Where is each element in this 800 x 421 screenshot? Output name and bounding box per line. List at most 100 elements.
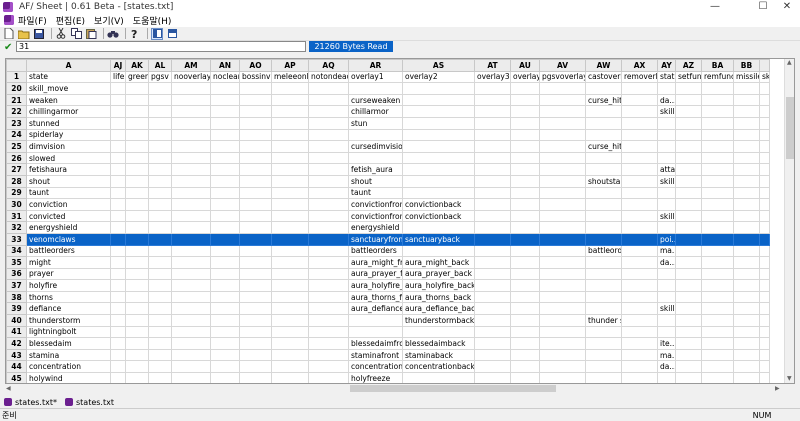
table-cell[interactable] bbox=[733, 209, 760, 223]
table-cell[interactable] bbox=[621, 325, 658, 339]
row-header[interactable]: 1 bbox=[6, 70, 27, 84]
table-cell[interactable] bbox=[474, 174, 511, 188]
table-cell[interactable] bbox=[210, 82, 240, 95]
table-cell[interactable] bbox=[539, 186, 586, 200]
table-cell[interactable] bbox=[210, 174, 240, 188]
scroll-right-icon[interactable]: ▶ bbox=[775, 385, 780, 392]
table-cell[interactable]: removerlay bbox=[621, 70, 658, 84]
table-cell[interactable]: slowed bbox=[26, 151, 111, 165]
table-cell[interactable] bbox=[510, 267, 540, 281]
table-cell[interactable] bbox=[701, 93, 734, 107]
table-cell[interactable] bbox=[759, 82, 770, 95]
table-cell[interactable]: chillarmor bbox=[348, 105, 403, 118]
table-cell[interactable] bbox=[539, 256, 586, 269]
table-cell[interactable] bbox=[110, 209, 126, 223]
table-cell[interactable] bbox=[585, 209, 622, 223]
table-cell[interactable] bbox=[510, 93, 540, 107]
table-cell[interactable] bbox=[271, 93, 309, 107]
table-cell[interactable] bbox=[402, 82, 475, 95]
table-cell[interactable] bbox=[110, 93, 126, 107]
table-cell[interactable]: remfunc bbox=[701, 70, 734, 84]
table-cell[interactable] bbox=[510, 128, 540, 142]
table-cell[interactable] bbox=[585, 128, 622, 142]
table-cell[interactable] bbox=[148, 151, 172, 165]
table-cell[interactable] bbox=[701, 267, 734, 281]
table-cell[interactable] bbox=[125, 232, 149, 246]
table-cell[interactable] bbox=[621, 256, 658, 269]
table-cell[interactable] bbox=[110, 372, 126, 383]
table-cell[interactable] bbox=[125, 337, 149, 350]
table-cell[interactable] bbox=[733, 244, 760, 258]
table-cell[interactable] bbox=[675, 209, 702, 223]
table-cell[interactable] bbox=[125, 267, 149, 281]
table-cell[interactable] bbox=[171, 279, 211, 292]
table-cell[interactable]: stamina bbox=[26, 348, 111, 362]
table-cell[interactable] bbox=[474, 360, 511, 374]
table-cell[interactable] bbox=[125, 93, 149, 107]
table-cell[interactable]: concentrationback bbox=[402, 360, 475, 374]
table-cell[interactable] bbox=[271, 314, 309, 327]
table-cell[interactable] bbox=[308, 198, 349, 211]
table-cell[interactable] bbox=[110, 244, 126, 258]
table-cell[interactable] bbox=[110, 151, 126, 165]
table-cell[interactable] bbox=[539, 116, 586, 130]
table-cell[interactable] bbox=[701, 128, 734, 142]
table-cell[interactable] bbox=[148, 174, 172, 188]
table-cell[interactable] bbox=[148, 186, 172, 200]
table-cell[interactable] bbox=[210, 267, 240, 281]
table-cell[interactable]: overlay1 bbox=[348, 70, 403, 84]
table-cell[interactable] bbox=[271, 186, 309, 200]
table-cell[interactable]: concentrationfr... bbox=[348, 360, 403, 374]
table-cell[interactable] bbox=[110, 256, 126, 269]
table-cell[interactable] bbox=[701, 348, 734, 362]
table-cell[interactable] bbox=[271, 256, 309, 269]
table-cell[interactable] bbox=[271, 290, 309, 304]
table-cell[interactable] bbox=[210, 256, 240, 269]
table-row[interactable]: 34battleordersbattleordersbattleorde...m… bbox=[6, 244, 770, 258]
table-cell[interactable] bbox=[110, 186, 126, 200]
table-cell[interactable] bbox=[110, 163, 126, 176]
table-cell[interactable] bbox=[110, 174, 126, 188]
table-cell[interactable] bbox=[271, 128, 309, 142]
table-cell[interactable] bbox=[585, 360, 622, 374]
table-cell[interactable] bbox=[675, 105, 702, 118]
table-cell[interactable] bbox=[308, 325, 349, 339]
table-cell[interactable] bbox=[733, 337, 760, 350]
table-cell[interactable]: energyshield bbox=[348, 221, 403, 234]
table-cell[interactable] bbox=[210, 151, 240, 165]
table-cell[interactable] bbox=[148, 105, 172, 118]
table-cell[interactable]: thunderstorm bbox=[26, 314, 111, 327]
table-cell[interactable]: setfunc bbox=[675, 70, 702, 84]
table-cell[interactable] bbox=[348, 128, 403, 142]
table-cell[interactable] bbox=[701, 186, 734, 200]
table-cell[interactable] bbox=[759, 279, 770, 292]
table-cell[interactable] bbox=[271, 279, 309, 292]
table-cell[interactable] bbox=[701, 244, 734, 258]
table-cell[interactable]: convictionfront bbox=[348, 198, 403, 211]
table-cell[interactable] bbox=[148, 93, 172, 107]
table-cell[interactable] bbox=[308, 302, 349, 316]
table-cell[interactable] bbox=[675, 267, 702, 281]
table-cell[interactable] bbox=[110, 290, 126, 304]
table-cell[interactable] bbox=[308, 151, 349, 165]
table-cell[interactable] bbox=[110, 232, 126, 246]
table-cell[interactable] bbox=[239, 163, 272, 176]
table-cell[interactable] bbox=[510, 348, 540, 362]
table-cell[interactable] bbox=[308, 279, 349, 292]
table-cell[interactable] bbox=[539, 302, 586, 316]
table-cell[interactable] bbox=[733, 174, 760, 188]
table-cell[interactable] bbox=[759, 302, 770, 316]
table-cell[interactable] bbox=[733, 82, 760, 95]
table-cell[interactable] bbox=[701, 105, 734, 118]
table-cell[interactable] bbox=[171, 267, 211, 281]
table-cell[interactable] bbox=[148, 232, 172, 246]
table-cell[interactable] bbox=[759, 337, 770, 350]
table-cell[interactable] bbox=[239, 186, 272, 200]
table-cell[interactable] bbox=[759, 209, 770, 223]
table-cell[interactable] bbox=[271, 302, 309, 316]
table-cell[interactable] bbox=[585, 116, 622, 130]
table-cell[interactable] bbox=[733, 232, 760, 246]
table-cell[interactable] bbox=[171, 372, 211, 383]
table-cell[interactable] bbox=[125, 348, 149, 362]
table-cell[interactable] bbox=[474, 82, 511, 95]
